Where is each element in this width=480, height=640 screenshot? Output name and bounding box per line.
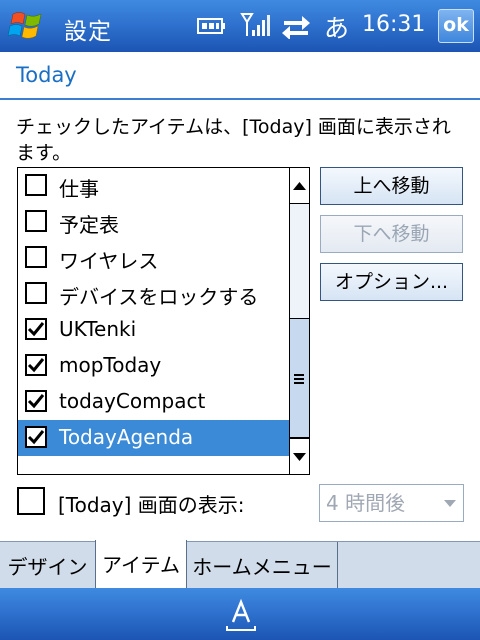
ok-button[interactable]: ok [438,9,474,43]
options-button[interactable]: オプション... [320,263,463,301]
move-down-button[interactable]: 下へ移動 [320,215,463,253]
list-scrollbar[interactable] [289,168,309,474]
scroll-down-button[interactable] [290,438,309,474]
show-today-checkbox[interactable] [17,487,45,515]
arrow-up-icon [293,182,306,190]
input-method-indicator[interactable]: あ [324,9,349,45]
dropdown-arrow-icon [444,500,456,507]
item-label: ワイヤレス [59,249,159,273]
header-divider [0,98,480,100]
timeout-dropdown[interactable]: 4 時間後 [319,484,464,522]
item-label: todayCompact [59,389,206,413]
title-bar: 設定 あ 16:31 ok [0,0,480,52]
soft-key-bar [0,588,480,640]
keyboard-icon[interactable] [224,596,258,634]
scroll-up-button[interactable] [290,168,309,204]
item-checkbox[interactable] [25,246,47,268]
item-checkbox[interactable] [25,318,47,340]
list-item[interactable]: todayCompact [18,384,290,420]
app-title: 設定 [64,19,112,45]
today-items-list[interactable]: 仕事予定表ワイヤレスデバイスをロックする UKTenki mopToday today… [17,167,310,475]
item-checkbox[interactable] [25,390,47,412]
battery-icon[interactable] [196,14,228,42]
show-today-label: [Today] 画面の表示: [58,493,245,517]
item-checkbox[interactable] [25,426,47,448]
description-text: チェックしたアイテムは、[Today] 画面に表示されます。 [16,116,451,164]
page-title: Today [16,63,77,87]
connectivity-icon[interactable] [280,13,312,43]
arrow-down-icon [293,453,306,461]
signal-strength-icon[interactable] [240,11,270,43]
item-checkbox[interactable] [25,174,47,196]
grip-icon [294,374,304,386]
item-label: TodayAgenda [59,425,194,449]
tab-home-menu[interactable]: ホームメニュー [187,542,338,589]
list-item[interactable]: UKTenki [18,312,290,348]
list-item[interactable]: ワイヤレス [18,240,290,276]
item-label: UKTenki [59,317,137,341]
list-item[interactable]: デバイスをロックする [18,276,290,312]
move-up-button[interactable]: 上へ移動 [320,167,463,205]
timeout-value: 4 時間後 [326,491,406,515]
item-checkbox[interactable] [25,282,47,304]
item-checkbox[interactable] [25,210,47,232]
scroll-thumb[interactable] [290,318,309,438]
tab-bar: デザイン アイテム ホームメニュー [0,540,480,589]
clock[interactable]: 16:31 [362,12,425,37]
list-item[interactable]: 仕事 [18,168,290,204]
tab-design[interactable]: デザイン [0,542,96,589]
list-item[interactable]: 予定表 [18,204,290,240]
list-item[interactable]: mopToday [18,348,290,384]
list-item[interactable]: TodayAgenda [18,420,290,456]
item-label: 仕事 [59,177,99,201]
tab-items[interactable]: アイテム [95,540,187,589]
item-label: mopToday [59,353,162,377]
item-checkbox[interactable] [25,354,47,376]
item-label: デバイスをロックする [59,285,259,309]
item-label: 予定表 [59,213,119,237]
windows-start-icon[interactable] [7,8,47,44]
